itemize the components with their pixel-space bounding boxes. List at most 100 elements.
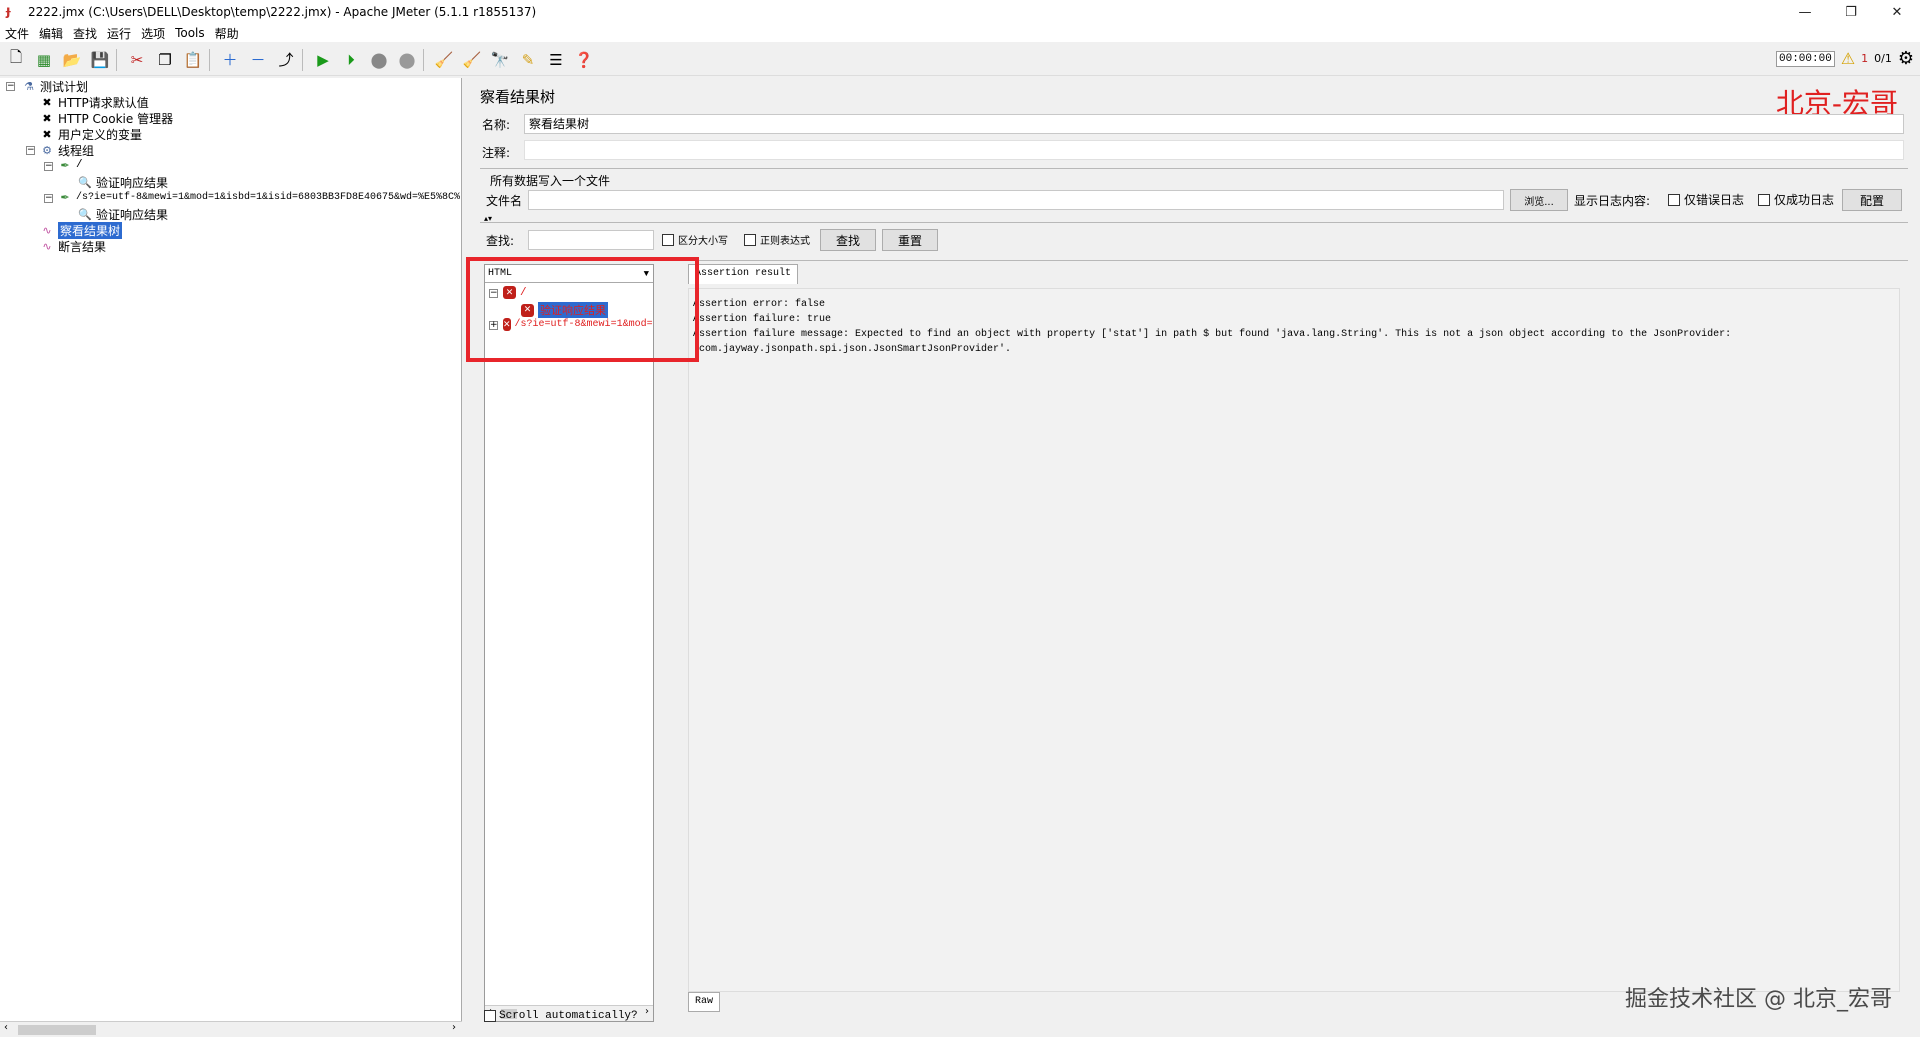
case-sensitive-checkbox[interactable]: 区分大小写	[662, 232, 728, 247]
function-helper-icon[interactable]: ☰	[544, 48, 568, 72]
toolbar: 🗋 ▦ 📂 💾 ✂ ❐ 📋 ＋ － ⤴ ▶ ⏵ ⬤ ⬤ 🧹 🧹 🔭 ✎ ☰ ❓ …	[0, 44, 1920, 76]
success-only-checkbox[interactable]: 仅成功日志	[1758, 191, 1834, 208]
tree-node-sampler-root[interactable]: ✒ /	[58, 158, 82, 172]
new-icon[interactable]: 🗋	[4, 48, 28, 72]
toggle-icon[interactable]: ⤴	[274, 48, 298, 72]
configure-button[interactable]: 配置	[1842, 189, 1902, 211]
clear-all-icon[interactable]: 🧹	[460, 48, 484, 72]
panel-title: 察看结果树	[480, 88, 556, 106]
tree-node-thread-group[interactable]: ⚙ 线程组	[40, 142, 94, 159]
tree-node-view-results[interactable]: ∿ 察看结果树	[40, 222, 123, 239]
scroll-right-arrow[interactable]: ›	[645, 1006, 649, 1017]
test-plan-tree: − ⚗ 测试计划 ✖ HTTP请求默认值 ✖ HTTP Cookie 管理器 ✖…	[0, 78, 462, 1037]
tree-node-cookie-manager[interactable]: ✖ HTTP Cookie 管理器	[40, 110, 173, 127]
name-label: 名称:	[482, 118, 511, 132]
expand-icon[interactable]: ＋	[218, 48, 242, 72]
tree-node-user-vars[interactable]: ✖ 用户定义的变量	[40, 126, 142, 143]
window-title: 2222.jmx (C:\Users\DELL\Desktop\temp\222…	[28, 5, 537, 19]
scroll-left-arrow[interactable]: ‹	[4, 1022, 8, 1033]
tab-assertion-result[interactable]: Assertion result	[688, 264, 799, 284]
search-input[interactable]	[528, 230, 654, 250]
regex-checkbox[interactable]: 正则表达式	[744, 232, 810, 247]
errors-only-checkbox[interactable]: 仅错误日志	[1668, 191, 1744, 208]
name-field[interactable]: 察看结果树	[524, 114, 1904, 134]
sample-results-tree: HTML ▼ − ✕ / ✕ 验证响应结果 + ✕ /s?ie=utf-8&me…	[484, 264, 654, 1022]
copy-icon[interactable]: ❐	[153, 48, 177, 72]
collapse-icon[interactable]: －	[246, 48, 270, 72]
stop-icon[interactable]: ⬤	[367, 48, 391, 72]
tree-node-assert1[interactable]: 🔍 验证响应结果	[78, 174, 168, 191]
divider	[480, 222, 1908, 223]
reset-button[interactable]: 重置	[882, 229, 938, 251]
divider	[480, 168, 1908, 169]
minimize-button[interactable]: —	[1782, 0, 1828, 24]
collapse-toggle[interactable]: −	[6, 82, 15, 91]
highlight-box	[466, 257, 699, 362]
comment-label: 注释:	[482, 146, 511, 160]
save-icon[interactable]: 💾	[88, 48, 112, 72]
title-bar: ɟ 2222.jmx (C:\Users\DELL\Desktop\temp\2…	[0, 0, 1920, 24]
browse-button[interactable]: 浏览...	[1510, 189, 1568, 211]
open-icon[interactable]: 📂	[60, 48, 84, 72]
restore-button[interactable]: ❐	[1828, 0, 1874, 24]
start-icon[interactable]: ▶	[311, 48, 335, 72]
tab-raw[interactable]: Raw	[688, 992, 721, 1012]
menu-file[interactable]: 文件	[0, 25, 34, 42]
horizontal-scrollbar[interactable]: ‹ ›	[0, 1021, 462, 1037]
menu-edit[interactable]: 编辑	[34, 25, 68, 42]
scroll-thumb[interactable]	[18, 1025, 96, 1035]
toolbar-status: 00:00:00 ⚠ 1 0/1 ⚙	[1776, 48, 1914, 69]
tree-node-assertion-results[interactable]: ∿ 断言结果	[40, 238, 106, 255]
reset-search-icon[interactable]: ✎	[516, 48, 540, 72]
clear-icon[interactable]: 🧹	[432, 48, 456, 72]
search-binoculars-icon[interactable]: 🔭	[488, 48, 512, 72]
help-icon[interactable]: ❓	[572, 48, 596, 72]
templates-icon[interactable]: ▦	[32, 48, 56, 72]
result-detail-pane: Assertion result Assertion error: false …	[688, 264, 1910, 1022]
filename-input[interactable]	[528, 190, 1504, 210]
shutdown-icon[interactable]: ⬤	[395, 48, 419, 72]
comment-field[interactable]	[524, 140, 1904, 160]
write-all-label: 所有数据写入一个文件	[490, 174, 611, 188]
remote-status-icon[interactable]: ⚙	[1898, 48, 1914, 69]
menu-search[interactable]: 查找	[68, 25, 102, 42]
menu-help[interactable]: 帮助	[210, 25, 244, 42]
wrench-icon: ✖	[42, 112, 52, 125]
window-controls: — ❐ ✕	[1782, 0, 1920, 24]
footer-watermark: 掘金技术社区 @ 北京_宏哥	[1625, 987, 1892, 1012]
warning-count: 1	[1861, 52, 1869, 65]
log-display-label: 显示日志内容:	[1574, 194, 1651, 208]
start-no-pause-icon[interactable]: ⏵	[339, 48, 363, 72]
pipette-icon: ✒	[60, 158, 70, 172]
toolbar-separator	[209, 48, 210, 71]
paste-icon[interactable]: 📋	[181, 48, 205, 72]
view-results-tree-panel: 察看结果树 北京-宏哥 名称: 察看结果树 注释: 所有数据写入一个文件 文件名…	[470, 78, 1920, 1037]
menu-tools[interactable]: Tools	[170, 26, 210, 40]
close-button[interactable]: ✕	[1874, 0, 1920, 24]
menu-run[interactable]: 运行	[102, 25, 136, 42]
tree-node-test-plan[interactable]: ⚗ 测试计划	[22, 78, 88, 95]
tree-node-sampler-search[interactable]: ✒ /s?ie=utf-8&mewi=1&mod=1&isbd=1&isid=6…	[58, 190, 460, 204]
gear-icon: ⚙	[42, 144, 52, 157]
scroll-automatically-checkbox[interactable]: Scroll automatically?	[484, 1010, 638, 1022]
search-label: 查找:	[486, 234, 515, 248]
assertion-detail-text: Assertion error: false Assertion failure…	[688, 288, 1900, 992]
thread-count: 0/1	[1874, 52, 1892, 65]
cut-icon[interactable]: ✂	[125, 48, 149, 72]
warning-icon[interactable]: ⚠	[1841, 49, 1855, 68]
collapse-toggle[interactable]: −	[44, 162, 53, 171]
test-plan-icon: ⚗	[24, 80, 34, 93]
menu-options[interactable]: 选项	[136, 25, 170, 42]
magnifier-icon: 🔍	[78, 208, 92, 221]
collapse-toggle[interactable]: −	[44, 194, 53, 203]
collapse-toggle[interactable]: −	[26, 146, 35, 155]
find-button[interactable]: 查找	[820, 229, 876, 251]
split-arrows-icon[interactable]: ▴▾	[484, 214, 492, 223]
scroll-right-arrow[interactable]: ›	[452, 1022, 456, 1033]
tree-node-http-defaults[interactable]: ✖ HTTP请求默认值	[40, 94, 148, 111]
graph-icon: ∿	[42, 240, 52, 253]
toolbar-separator	[302, 48, 303, 71]
graph-icon: ∿	[42, 224, 52, 237]
filename-label: 文件名	[486, 194, 523, 208]
tree-node-assert2[interactable]: 🔍 验证响应结果	[78, 206, 168, 223]
